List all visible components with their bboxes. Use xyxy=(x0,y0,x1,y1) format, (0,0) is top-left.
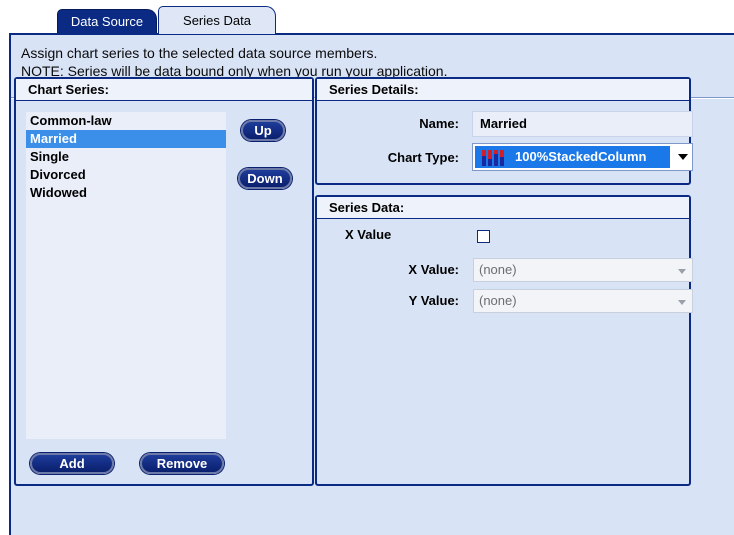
list-item-divorced[interactable]: Divorced xyxy=(26,166,226,184)
x-value-selected: (none) xyxy=(479,262,517,277)
description: Assign chart series to the selected data… xyxy=(21,44,447,80)
chevron-down-icon xyxy=(678,269,686,274)
series-details-title: Series Details: xyxy=(317,79,689,101)
y-value-selected: (none) xyxy=(479,293,517,308)
remove-button[interactable]: Remove xyxy=(140,453,224,474)
list-item-widowed[interactable]: Widowed xyxy=(26,184,226,202)
description-line-1: Assign chart series to the selected data… xyxy=(21,45,378,61)
list-item-single[interactable]: Single xyxy=(26,148,226,166)
up-button[interactable]: Up xyxy=(241,120,285,141)
add-button[interactable]: Add xyxy=(30,453,114,474)
y-value-label: Y Value: xyxy=(408,293,459,308)
series-data-group: Series Data: X Value X Value: (none) Y V… xyxy=(315,195,693,486)
list-item-common-law[interactable]: Common-law xyxy=(26,112,226,130)
list-item-married[interactable]: Married xyxy=(26,130,226,148)
chart-type-selected: 100%StackedColumn xyxy=(475,146,670,168)
x-value-select[interactable]: (none) xyxy=(473,258,693,282)
tab-series-data[interactable]: Series Data xyxy=(158,6,276,34)
chart-type-select[interactable]: 100%StackedColumn xyxy=(472,143,693,171)
chart-series-title: Chart Series: xyxy=(16,79,312,101)
name-field[interactable]: Married xyxy=(472,111,693,137)
chart-type-label: Chart Type: xyxy=(387,150,459,165)
series-list[interactable]: Common-law Married Single Divorced Widow… xyxy=(26,112,226,439)
tab-data-source[interactable]: Data Source xyxy=(57,9,157,33)
chart-series-group: Chart Series: Common-law Married Single … xyxy=(14,77,314,486)
x-value-label: X Value: xyxy=(408,262,459,277)
chevron-down-icon xyxy=(678,300,686,305)
chart-type-value: 100%StackedColumn xyxy=(515,149,647,164)
series-details-group: Series Details: Name: Married Chart Type… xyxy=(315,77,693,185)
stacked-column-chart-icon xyxy=(482,150,504,166)
chevron-down-icon[interactable] xyxy=(678,154,688,160)
y-value-select[interactable]: (none) xyxy=(473,289,693,313)
down-button[interactable]: Down xyxy=(238,168,292,189)
x-value-checkbox[interactable] xyxy=(477,230,490,243)
series-data-title: Series Data: xyxy=(317,197,689,219)
x-value-checkbox-label: X Value xyxy=(345,227,392,242)
name-label: Name: xyxy=(419,116,459,131)
